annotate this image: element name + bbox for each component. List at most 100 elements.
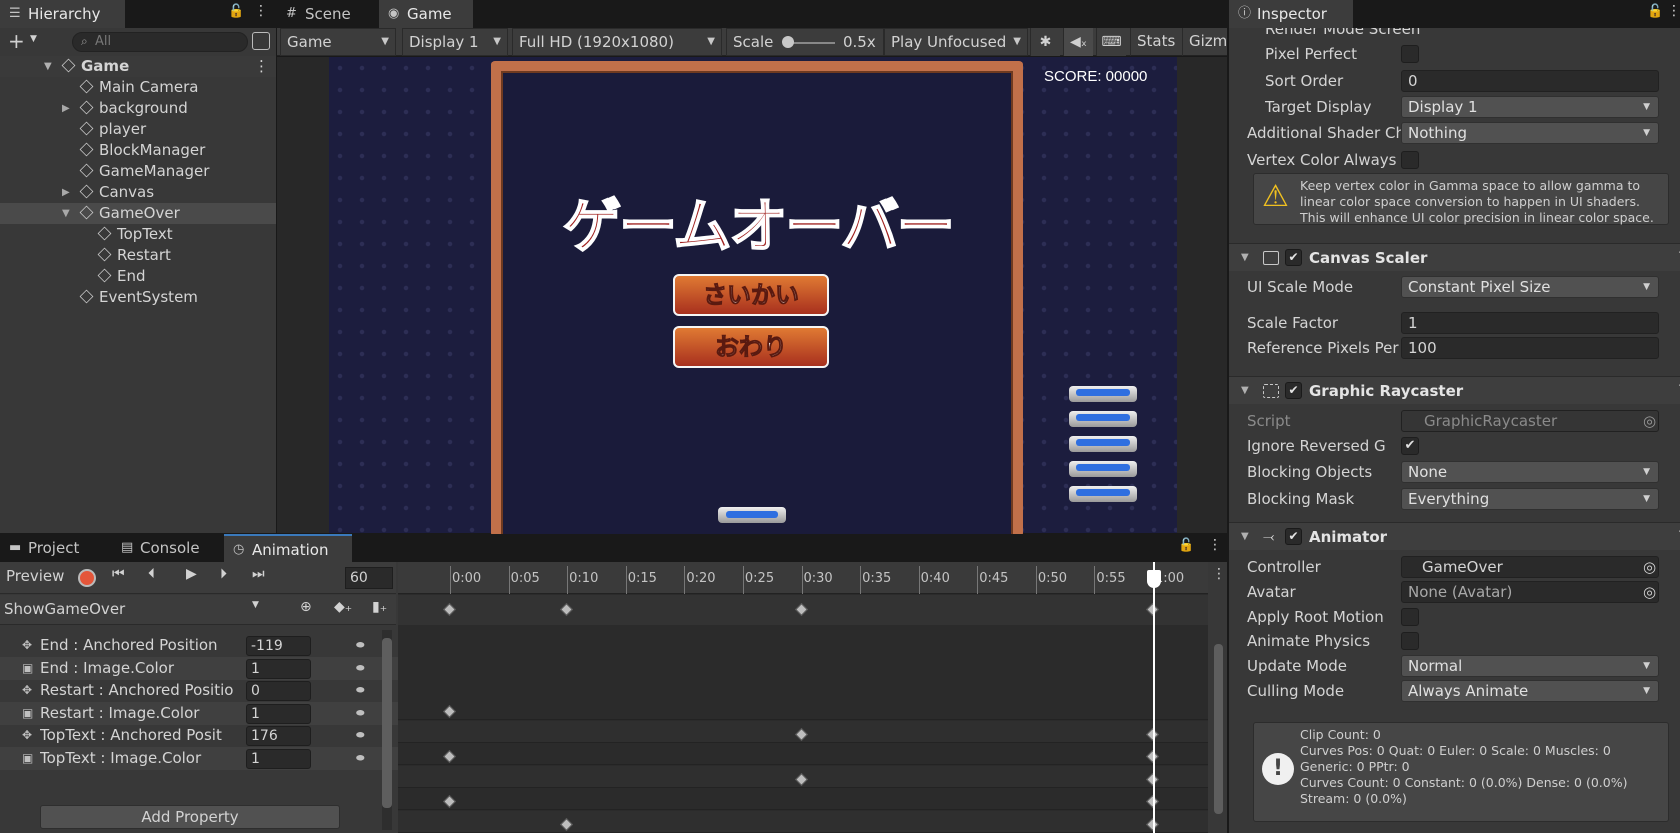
hierarchy-item[interactable]: ▼ GameOver xyxy=(0,203,276,224)
expand-icon[interactable]: ▼ xyxy=(1241,244,1249,272)
keyframe-lane[interactable] xyxy=(398,698,1208,720)
property-scrollbar[interactable] xyxy=(382,630,392,830)
number-field[interactable]: 0 xyxy=(1401,70,1659,92)
blocking-mask-dropdown[interactable]: Everything xyxy=(1401,488,1659,510)
keyframe-lane[interactable] xyxy=(398,788,1208,810)
search-input[interactable]: ⌕ All xyxy=(72,32,248,52)
keyboard-icon[interactable]: ⌨ xyxy=(1096,28,1126,56)
property-row[interactable]: ✥ End : Anchored Position -119 ⬬ xyxy=(0,634,400,657)
target-icon[interactable]: ◎ xyxy=(1643,408,1656,434)
eye-icon[interactable]: ⬬ xyxy=(356,702,365,725)
more-menu-icon[interactable]: ⋮ xyxy=(1212,566,1226,582)
chevron-down-icon[interactable]: ▼ xyxy=(30,34,37,44)
chevron-down-icon[interactable]: ▼ xyxy=(252,600,259,610)
tab-console[interactable]: ▤ Console xyxy=(112,534,222,562)
hierarchy-item[interactable]: Main Camera xyxy=(0,77,276,98)
property-value-field[interactable]: 1 xyxy=(246,703,311,724)
expand-icon[interactable]: ▶ xyxy=(62,98,70,119)
timeline-ruler[interactable]: 0:00 0:05 0:10 0:15 0:20 0:25 0:30 0:35 0:40 0:45… xyxy=(398,562,1208,594)
record-button[interactable] xyxy=(78,569,96,587)
playhead[interactable] xyxy=(1153,562,1155,833)
controller-field[interactable]: GameOver xyxy=(1401,556,1659,578)
preview-button[interactable]: Preview xyxy=(6,567,64,585)
hierarchy-item[interactable]: ▶ Canvas xyxy=(0,182,276,203)
target-icon[interactable]: ◎ xyxy=(1643,554,1656,580)
eye-icon[interactable]: ⬬ xyxy=(356,634,365,657)
add-property-button[interactable]: Add Property xyxy=(40,805,340,829)
hierarchy-item[interactable]: player xyxy=(0,119,276,140)
tab-game[interactable]: ◉ Game xyxy=(379,0,473,28)
add-keyframe-icon[interactable]: ◆₊ xyxy=(334,599,352,615)
eye-icon[interactable]: ⬬ xyxy=(356,679,365,702)
enable-checkbox[interactable]: ✔ xyxy=(1285,249,1302,266)
more-menu-icon[interactable]: ⋮ xyxy=(254,3,268,19)
property-value-field[interactable]: 1 xyxy=(246,658,311,679)
scroll-thumb[interactable] xyxy=(1214,644,1223,814)
scene-search-icon[interactable] xyxy=(252,32,270,50)
checkbox[interactable] xyxy=(1401,151,1419,169)
ignore-reversed-checkbox[interactable]: ✔ xyxy=(1401,437,1419,455)
tab-project[interactable]: ▬ Project xyxy=(0,534,110,562)
dropdown[interactable]: Display 1 xyxy=(1401,96,1659,118)
keyframe-filter-icon[interactable]: ⊕ xyxy=(300,599,312,615)
keyframe-lane[interactable] xyxy=(398,810,1208,833)
expand-icon[interactable]: ▼ xyxy=(1241,523,1249,551)
scale-factor-field[interactable]: 1 xyxy=(1401,312,1659,334)
hierarchy-item[interactable]: GameManager xyxy=(0,161,276,182)
property-value-field[interactable]: 1 xyxy=(246,748,311,769)
hierarchy-item[interactable]: ▶ background xyxy=(0,98,276,119)
enable-checkbox[interactable]: ✔ xyxy=(1285,382,1302,399)
game-mode-dropdown[interactable]: Game ▼ xyxy=(280,28,396,56)
checkbox[interactable] xyxy=(1401,45,1419,63)
hierarchy-item[interactable]: EventSystem xyxy=(0,287,276,308)
stats-button[interactable]: Stats xyxy=(1130,28,1180,56)
enable-checkbox[interactable]: ✔ xyxy=(1285,528,1302,545)
hierarchy-item[interactable]: End xyxy=(0,266,276,287)
lock-icon[interactable]: 🔓 xyxy=(228,4,244,19)
last-keyframe-icon[interactable]: ⏭ xyxy=(252,566,265,582)
hierarchy-item[interactable]: TopText xyxy=(0,224,276,245)
blocking-objects-dropdown[interactable]: None xyxy=(1401,461,1659,483)
eye-icon[interactable]: ⬬ xyxy=(356,724,365,747)
lock-icon[interactable]: 🔓 xyxy=(1178,538,1194,553)
expand-icon[interactable]: ▼ xyxy=(1241,377,1249,405)
eye-icon[interactable]: ⬬ xyxy=(356,747,365,770)
property-row[interactable]: ✥ Restart : Anchored Positio 0 ⬬ xyxy=(0,679,400,702)
prev-keyframe-icon[interactable]: ⏴ xyxy=(148,566,155,582)
property-value-field[interactable]: 176 xyxy=(246,726,311,746)
play-focus-dropdown[interactable]: Play Unfocused ▼ xyxy=(884,28,1028,56)
target-icon[interactable]: ◎ xyxy=(1643,579,1656,605)
property-row[interactable]: ✥ TopText : Anchored Posit 176 ⬬ xyxy=(0,724,400,747)
mute-icon[interactable]: ◀ₓ xyxy=(1063,28,1093,56)
display-dropdown[interactable]: Display 1 ▼ xyxy=(402,28,508,56)
play-icon[interactable]: ▶ xyxy=(186,566,197,582)
update-mode-dropdown[interactable]: Normal xyxy=(1401,655,1659,677)
ui-scale-mode-dropdown[interactable]: Constant Pixel Size xyxy=(1401,276,1659,298)
property-value-field[interactable]: -119 xyxy=(246,636,311,656)
graphic-raycaster-header[interactable]: ▼✔ Graphic Raycaster ?⇅⋮ xyxy=(1229,376,1680,404)
frame-field[interactable]: 60 xyxy=(345,567,393,589)
expand-icon[interactable]: ▼ xyxy=(62,203,70,224)
dopesheet[interactable]: 0:00 0:05 0:10 0:15 0:20 0:25 0:30 0:35 0:40 0:45… xyxy=(398,562,1208,833)
add-icon[interactable]: + xyxy=(8,29,25,53)
culling-mode-dropdown[interactable]: Always Animate xyxy=(1401,680,1659,702)
tab-hierarchy[interactable]: ☰ Hierarchy xyxy=(0,0,125,28)
clip-dropdown[interactable]: ShowGameOver xyxy=(4,600,266,622)
more-menu-icon[interactable]: ⋮ xyxy=(1208,537,1222,553)
hierarchy-item[interactable]: Restart xyxy=(0,245,276,266)
gizmos-button[interactable]: Gizm xyxy=(1182,28,1227,56)
scale-slider[interactable]: Scale 0.5x xyxy=(726,28,884,56)
property-row[interactable]: ▣ End : Image.Color 1 ⬬ xyxy=(0,656,400,680)
resolution-dropdown[interactable]: Full HD (1920x1080) ▼ xyxy=(512,28,722,56)
slider-handle[interactable] xyxy=(782,36,794,48)
avatar-field[interactable]: None (Avatar) xyxy=(1401,581,1659,603)
eye-icon[interactable]: ⬬ xyxy=(356,657,365,680)
tab-inspector[interactable]: ⓘ Inspector xyxy=(1229,0,1353,28)
tab-scene[interactable]: # Scene xyxy=(277,0,371,28)
reference-pixels-field[interactable]: 100 xyxy=(1401,337,1659,359)
first-keyframe-icon[interactable]: ⏮ xyxy=(112,566,125,582)
expand-icon[interactable]: ▼ xyxy=(44,56,52,77)
bug-icon[interactable]: ✱ xyxy=(1030,28,1060,56)
property-row[interactable]: ▣ TopText : Image.Color 1 ⬬ xyxy=(0,746,400,770)
playhead-handle[interactable] xyxy=(1147,570,1161,588)
